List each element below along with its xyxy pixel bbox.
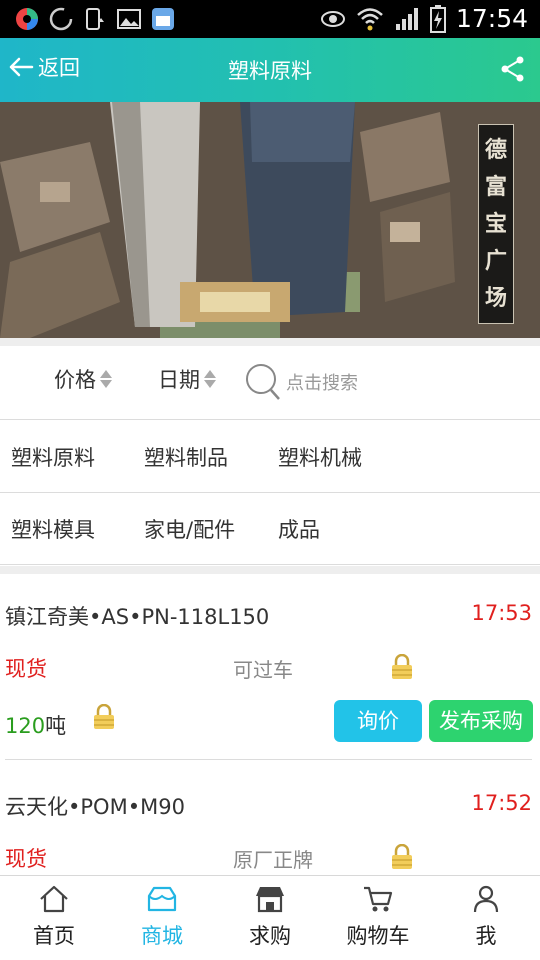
sort-price-label: 价格 <box>54 368 96 392</box>
sign-char: 宝 <box>484 210 507 237</box>
share-icon[interactable] <box>500 55 526 83</box>
sort-date-label: 日期 <box>158 368 200 392</box>
store-icon <box>152 8 174 30</box>
search-input[interactable]: 点击搜索 <box>244 362 358 402</box>
mall-icon <box>147 886 177 912</box>
sort-arrows-icon <box>100 370 112 388</box>
signal-icon <box>395 7 418 30</box>
clock: 17:54 <box>455 4 528 33</box>
listing-stock: 现货 <box>5 847 47 871</box>
nav-label: 购物车 <box>346 924 410 948</box>
listing-item[interactable]: 云天化•POM•M90 17:52 现货 原厂正牌 <box>0 764 540 875</box>
category-finished[interactable]: 成品 <box>278 514 320 544</box>
sort-price-button[interactable]: 价格 <box>54 364 112 394</box>
lock-icon <box>94 704 114 729</box>
listing-name: 镇江奇美•AS•PN-118L150 <box>5 605 270 629</box>
home-icon <box>40 885 68 913</box>
lock-icon <box>392 654 412 679</box>
nav-purchase[interactable]: 求购 <box>216 876 324 960</box>
wifi-icon <box>357 7 383 30</box>
sort-arrows-icon <box>204 370 216 388</box>
loading-icon <box>49 7 73 31</box>
lock-icon <box>392 844 412 869</box>
listing-item[interactable]: 镇江奇美•AS•PN-118L150 17:53 现货 可过车 120吨 询价 … <box>0 574 540 760</box>
section-divider <box>0 566 540 574</box>
sign-char: 广 <box>484 248 507 275</box>
listing-tag: 可过车 <box>233 658 293 682</box>
cart-icon <box>364 886 393 912</box>
banner-sign: 德 富 宝 广 场 <box>478 124 514 324</box>
category-plastic-raw[interactable]: 塑料原料 <box>11 442 95 472</box>
sign-char: 德 <box>484 136 507 163</box>
title-bar: 返回 塑料原料 <box>0 38 540 102</box>
sign-char: 富 <box>484 173 507 200</box>
section-divider <box>0 338 540 346</box>
listing-tag: 原厂正牌 <box>233 848 313 872</box>
listing-time: 17:53 <box>471 601 532 625</box>
nav-mall[interactable]: 商城 <box>108 876 216 960</box>
shop-icon <box>256 887 284 913</box>
quantity-value: 120 <box>5 714 46 738</box>
category-molds[interactable]: 塑料模具 <box>11 514 95 544</box>
inquire-button[interactable]: 询价 <box>334 700 422 742</box>
bottom-nav: 首页 商城 求购 购物车 我 <box>0 875 540 960</box>
publish-purchase-button[interactable]: 发布采购 <box>429 700 533 742</box>
app-icon <box>16 8 38 30</box>
category-row: 塑料模具 家电/配件 成品 <box>0 493 540 565</box>
quantity-unit: 吨 <box>45 714 67 738</box>
sort-bar: 价格 日期 点击搜索 <box>0 346 540 420</box>
banner-image <box>0 102 540 338</box>
user-icon <box>473 885 499 913</box>
nav-label: 商城 <box>141 924 183 948</box>
nav-label: 求购 <box>249 924 291 948</box>
eye-icon <box>320 10 345 27</box>
sort-date-button[interactable]: 日期 <box>158 364 216 394</box>
nav-label: 我 <box>475 924 497 948</box>
category-plastic-machinery[interactable]: 塑料机械 <box>278 442 362 472</box>
promo-banner[interactable]: 德 富 宝 广 场 <box>0 102 540 338</box>
item-divider <box>5 759 532 760</box>
listing-stock: 现货 <box>5 657 47 681</box>
phone-sync-icon <box>86 8 104 30</box>
listing-quantity: 120吨 <box>5 710 66 740</box>
page-title: 塑料原料 <box>228 59 312 83</box>
status-bar: 17:54 <box>0 0 540 38</box>
listing-time: 17:52 <box>471 791 532 815</box>
image-icon <box>117 9 141 29</box>
battery-icon <box>429 4 446 33</box>
sign-char: 场 <box>484 285 507 312</box>
category-appliance-parts[interactable]: 家电/配件 <box>144 514 235 544</box>
category-plastic-products[interactable]: 塑料制品 <box>144 442 228 472</box>
listing-name: 云天化•POM•M90 <box>5 795 185 819</box>
nav-label: 首页 <box>33 924 75 948</box>
search-icon <box>246 364 280 400</box>
nav-me[interactable]: 我 <box>432 876 540 960</box>
nav-home[interactable]: 首页 <box>0 876 108 960</box>
nav-cart[interactable]: 购物车 <box>324 876 432 960</box>
search-placeholder: 点击搜索 <box>286 373 358 394</box>
category-row: 塑料原料 塑料制品 塑料机械 <box>0 421 540 493</box>
